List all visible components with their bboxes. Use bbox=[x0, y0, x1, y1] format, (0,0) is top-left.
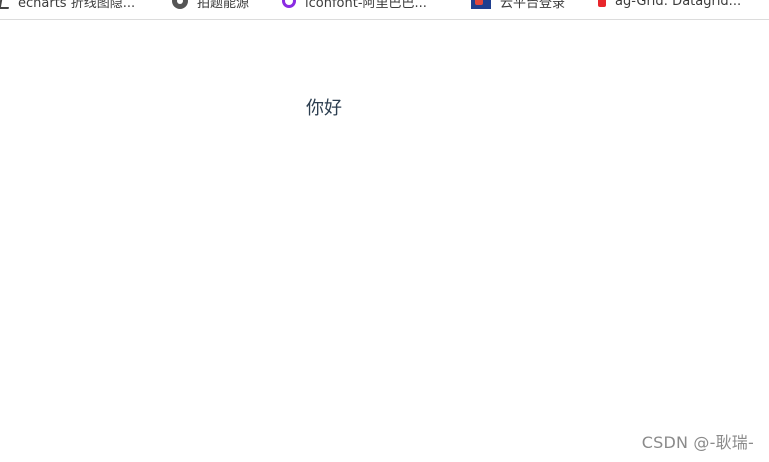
bookmark-cloud-platform[interactable]: 云平台登录 bbox=[471, 0, 565, 11]
echarts-icon bbox=[0, 0, 12, 9]
bookmark-paiti[interactable]: 拍题能源 bbox=[172, 0, 249, 11]
bookmarks-bar: echarts 折线图隐... 拍题能源 iconfont-阿里巴巴... 云平… bbox=[0, 0, 769, 20]
bookmark-label: 云平台登录 bbox=[500, 0, 566, 11]
disc-icon bbox=[172, 0, 188, 9]
bookmark-label: iconfont-阿里巴巴... bbox=[305, 0, 427, 11]
iconfont-icon bbox=[282, 0, 296, 8]
bookmark-label: echarts 折线图隐... bbox=[18, 0, 136, 11]
bookmark-ag-grid[interactable]: ag-Grid: Datagrid... bbox=[594, 0, 741, 11]
cloud-platform-icon bbox=[471, 0, 491, 9]
greeting-text: 你好 bbox=[306, 98, 342, 119]
bookmark-label: 拍题能源 bbox=[197, 0, 250, 11]
ag-grid-icon bbox=[598, 0, 606, 7]
bookmark-echarts[interactable]: echarts 折线图隐... bbox=[0, 0, 135, 11]
csdn-watermark: CSDN @-耿瑞- bbox=[641, 433, 754, 452]
bookmark-label: ag-Grid: Datagrid... bbox=[615, 0, 742, 9]
bookmark-iconfont[interactable]: iconfont-阿里巴巴... bbox=[282, 0, 427, 11]
